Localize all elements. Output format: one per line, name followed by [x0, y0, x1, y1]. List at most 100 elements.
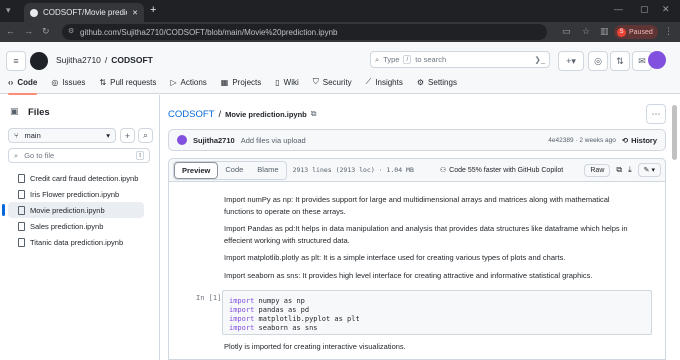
close-window-icon[interactable]: ✕ [662, 4, 670, 15]
copilot-text: Code 55% faster with GitHub Copilot [449, 166, 564, 174]
commit-message[interactable]: Add files via upload [241, 136, 543, 145]
code-line: import seaborn as sns [229, 324, 645, 333]
history-button[interactable]: ⟲ History [622, 136, 657, 145]
issues-icon[interactable]: ◎ [588, 51, 608, 71]
profile-button[interactable]: S Paused [614, 25, 658, 39]
side-panel-icon[interactable]: ▥ [600, 26, 609, 37]
tab-settings[interactable]: ⚙ Settings [417, 77, 457, 93]
tab-projects-label: Projects [232, 77, 262, 87]
file-icon [18, 189, 25, 199]
code-text: numpy as np [254, 297, 305, 305]
repo-nav: ‹› Code ◎ Issues ⇅ Pull requests ▷ Actions ▦… [8, 77, 457, 95]
branch-name: main [24, 131, 41, 140]
file-list: Credit card fraud detection.ipynb Iris F… [2, 170, 144, 250]
search-files-button[interactable]: ⌕ [138, 128, 153, 143]
code-text: seaborn as sns [254, 324, 318, 332]
code-text: pandas as pd [254, 306, 310, 314]
commit-meta[interactable]: 4e42389 · 2 weeks ago [548, 137, 616, 144]
hamburger-menu-icon[interactable]: ≡ [6, 51, 26, 71]
commit-author[interactable]: Sujitha2710 [193, 136, 235, 145]
user-avatar[interactable] [648, 51, 666, 69]
reload-icon[interactable]: ↻ [42, 26, 50, 37]
latest-commit-bar: Sujitha2710 Add files via upload 4e42389… [168, 129, 666, 151]
history-icon: ⟲ [621, 135, 629, 145]
pull-requests-icon[interactable]: ⇅ [610, 51, 630, 71]
minimize-icon[interactable]: — [614, 4, 623, 14]
file-icon [18, 237, 25, 247]
sidebar-file-item[interactable]: Titanic data prediction.ipynb [8, 234, 144, 250]
tab-wiki[interactable]: ▯ Wiki [275, 77, 299, 93]
path-separator: / [218, 108, 222, 120]
go-to-file-input[interactable]: ⌕ Go to file t [8, 148, 150, 163]
bookmark-icon[interactable]: ☆ [582, 26, 590, 37]
search-shortcut-key: / [403, 55, 412, 64]
url-text: github.com/Sujitha2710/CODSOFT/blob/main… [80, 27, 338, 37]
issue-icon: ◎ [51, 77, 59, 87]
code-keyword: import [229, 315, 255, 323]
close-tab-icon[interactable]: ✕ [132, 9, 138, 17]
raw-button[interactable]: Raw [584, 163, 611, 177]
table-icon: ▦ [220, 77, 229, 87]
browser-tab[interactable]: CODSOFT/Movie prediction.ipyn ✕ [24, 3, 144, 22]
pencil-icon: ✎ [643, 167, 650, 174]
sidebar-file-item-selected[interactable]: Movie prediction.ipynb [2, 202, 144, 218]
branch-selector[interactable]: ⑂ main ▾ [8, 128, 116, 143]
code-cell: import numpy as np import pandas as pd i… [222, 290, 652, 335]
sidebar-file-item[interactable]: Credit card fraud detection.ipynb [8, 170, 144, 186]
new-tab-button[interactable]: + [150, 4, 156, 16]
github-favicon-icon [30, 8, 38, 17]
tab-code[interactable]: ‹› Code [8, 77, 38, 95]
search-input[interactable]: ⌕ Type / to search ❯_ [370, 51, 550, 68]
install-app-icon[interactable]: ▭ [562, 26, 571, 37]
tab-issues-label: Issues [62, 77, 86, 87]
page-scrollbar[interactable] [672, 95, 678, 295]
site-info-icon[interactable]: ⚙ [68, 27, 74, 35]
file-stats: 2913 lines (2913 loc) · 1.04 MB [292, 166, 414, 174]
download-icon[interactable]: ⤓ [628, 165, 632, 175]
back-icon[interactable]: ← [6, 26, 15, 36]
tab-search-icon[interactable]: ▾ [6, 5, 11, 16]
add-file-button[interactable]: + [120, 128, 135, 143]
tab-actions[interactable]: ▷ Actions [170, 77, 206, 93]
command-palette-icon[interactable]: ❯_ [535, 55, 545, 64]
address-bar[interactable]: ⚙ github.com/Sujitha2710/CODSOFT/blob/ma… [62, 24, 547, 40]
profile-status: Paused [629, 28, 653, 36]
tab-issues[interactable]: ◎ Issues [51, 77, 85, 93]
sidebar-file-item[interactable]: Sales prediction.ipynb [8, 218, 144, 234]
commit-author-avatar[interactable] [177, 135, 187, 145]
copilot-promo[interactable]: ⚇ Code 55% faster with GitHub Copilot [440, 166, 564, 175]
preview-tab[interactable]: Preview [174, 161, 219, 179]
owner-link[interactable]: Sujitha2710 [56, 55, 101, 65]
tab-security[interactable]: ⛉ Security [313, 77, 352, 93]
path-repo-link[interactable]: CODSOFT [168, 109, 214, 120]
go-to-file-placeholder: Go to file [24, 151, 55, 160]
file-toolbar: Preview Code Blame 2913 lines (2913 loc)… [168, 158, 666, 182]
scrollbar-thumb[interactable] [672, 105, 677, 160]
sidebar-file-item[interactable]: Iris Flower prediction.ipynb [8, 186, 144, 202]
copy-path-icon[interactable]: ⧉ [311, 109, 317, 119]
tab-insights[interactable]: ⟋ Insights [366, 77, 403, 93]
edit-button[interactable]: ✎ ▾ [637, 163, 661, 177]
maximize-icon[interactable]: ▢ [640, 4, 649, 15]
tab-projects[interactable]: ▦ Projects [221, 77, 261, 93]
repo-link[interactable]: CODSOFT [111, 55, 153, 65]
more-options-icon[interactable]: ⋯ [646, 104, 666, 124]
file-name: Iris Flower prediction.ipynb [30, 189, 120, 199]
tab-pull-requests[interactable]: ⇅ Pull requests [99, 77, 156, 93]
github-logo-icon[interactable] [30, 52, 48, 70]
code-line: import pandas as pd [229, 306, 645, 315]
copy-raw-icon[interactable]: ⧉ [616, 165, 622, 175]
tab-title: CODSOFT/Movie prediction.ipyn [43, 8, 127, 17]
code-keyword: import [229, 324, 255, 332]
collapse-sidebar-icon[interactable]: ▣ [10, 106, 19, 117]
book-icon: ▯ [275, 77, 280, 87]
search-icon: ⌕ [14, 150, 19, 160]
chevron-down-icon: ▾ [106, 131, 110, 140]
code-text: matplotlib.pyplot as plt [254, 315, 360, 323]
forward-icon[interactable]: → [24, 26, 33, 36]
blame-tab[interactable]: Blame [250, 161, 286, 179]
file-path-breadcrumb: CODSOFT / Movie prediction.ipynb ⧉ [168, 106, 317, 122]
create-new-button[interactable]: +▾ [558, 51, 584, 71]
browser-menu-icon[interactable]: ⋮ [664, 26, 673, 37]
code-view-tab[interactable]: Code [218, 161, 251, 179]
